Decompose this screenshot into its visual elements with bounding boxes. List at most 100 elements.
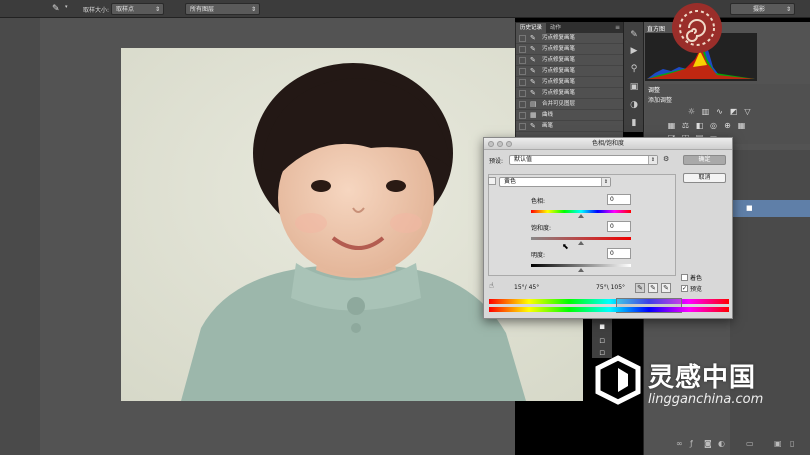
history-item[interactable]: ✎ 画笔 [516,121,623,132]
snapshot-source-checkbox[interactable] [519,79,526,86]
eyedropper-minus-icon[interactable]: ✎ [661,283,671,293]
lightness-slider-thumb[interactable] [578,268,584,272]
screen-mode-icon[interactable]: ▫ [596,336,608,346]
history-item[interactable]: ✎ 污点修复画笔 [516,55,623,66]
color-lookup-icon[interactable]: ▦ [737,122,746,130]
cursor-icon: ⬉ [562,242,569,251]
properties-icon[interactable]: ▣ [628,82,640,92]
fx-icon[interactable]: ƒ [690,440,698,448]
channel-mixer-icon[interactable]: ⊕ [723,122,732,130]
vibrance-icon[interactable]: ▽ [743,108,752,116]
history-item[interactable]: ✎ 污点修复画笔 [516,33,623,44]
dialog-titlebar[interactable]: 色相/饱和度 [484,138,732,150]
snapshot-source-checkbox[interactable] [519,57,526,64]
quick-mask-icon[interactable]: ▪ [596,322,608,332]
eyedropper-icon[interactable]: ✎ [52,3,64,15]
sample-size-select[interactable]: 取样点 ⇕ [111,3,164,15]
brightness-icon[interactable]: ☼ [687,108,696,116]
chevron-down-icon[interactable]: ▾ [65,4,68,10]
adjustments-panel: 调整 添加调整 ☼ ▥ ∿ ◩ ▽ ▦ ⚖ ◧ ◎ ⊕ ▦ ◪ ◫ ▤ ▭ [645,84,810,144]
hue-slider-track[interactable] [531,210,631,213]
merge-layers-icon: ▤ [530,100,537,108]
eyedropper-plus-icon[interactable]: ✎ [648,283,658,293]
hue-slider-thumb[interactable] [578,214,584,218]
preview-label: 预览 [690,286,703,293]
hue-field[interactable]: 0 [607,194,631,205]
trash-icon[interactable]: ▯ [790,440,798,448]
tab-actions[interactable]: 动作 [546,23,565,33]
brush-icon: ✎ [530,56,536,64]
bw-icon[interactable]: ◧ [695,122,704,130]
lock-icon: ■ [746,204,753,212]
levels-icon[interactable]: ▥ [701,108,710,116]
brand-logo [672,3,722,53]
chevron-updown-icon: ⇕ [648,156,657,164]
scroll-icon[interactable]: ▮ [628,118,640,128]
history-item[interactable]: ✎ 污点修复画笔 [516,66,623,77]
hand-tool-icon[interactable]: ☝ [489,281,494,290]
preview-checkbox[interactable]: ✓ [681,285,688,292]
ok-button[interactable]: 确定 [683,155,726,165]
close-icon[interactable] [488,141,494,147]
color-balance-icon[interactable]: ⚖ [681,122,690,130]
brand-mark-icon [595,355,641,405]
snapshot-source-checkbox[interactable] [519,90,526,97]
brush-icon: ✎ [530,89,536,97]
selected-layer-row[interactable]: ■ [730,200,810,217]
history-item[interactable]: ▤ 合并可见图层 [516,99,623,110]
zoom-window-icon[interactable] [506,141,512,147]
new-layer-icon[interactable]: ▣ [774,440,782,448]
tab-history[interactable]: 历史记录 [516,23,547,33]
snapshot-source-checkbox[interactable] [519,112,526,119]
lightness-field[interactable]: 0 [607,248,631,259]
lightness-slider-track[interactable] [531,264,631,267]
watermark-brand: 灵感中国 [648,363,757,393]
swirl-logo-icon [679,10,715,46]
history-item[interactable]: ✎ 污点修复画笔 [516,77,623,88]
minimize-icon[interactable] [497,141,503,147]
clone-source-icon[interactable]: ⚲ [628,64,640,74]
tab-adjustments[interactable]: 调整 [648,85,660,94]
brush-settings-icon[interactable]: ✎ [628,30,640,40]
snapshot-source-checkbox[interactable] [519,101,526,108]
snapshot-source-checkbox[interactable] [519,123,526,130]
workspace-select[interactable]: 摄影 ⇕ [730,3,795,15]
history-item[interactable]: ▦ 曲线 [516,110,623,121]
saturation-field[interactable]: 0 [607,221,631,232]
adjustments-subtitle: 添加调整 [648,97,673,104]
photo-filter-icon[interactable]: ◎ [709,122,718,130]
tab-histogram[interactable]: 直方图 [647,24,665,33]
preset-options-icon[interactable]: ⚙ [663,155,669,163]
mask-icon[interactable]: ◙ [704,440,712,448]
hue-sat-icon[interactable]: ▦ [667,122,676,130]
snapshot-source-checkbox[interactable] [519,35,526,42]
snapshot-source-checkbox[interactable] [519,46,526,53]
adjust-icon[interactable]: ◑ [628,100,640,110]
adjustment-layer-icon[interactable]: ◐ [718,440,726,448]
source-color-bar [489,299,729,304]
panel-menu-icon[interactable]: ≡ [615,24,620,31]
eyedropper-icon[interactable]: ✎ [635,283,645,293]
exposure-icon[interactable]: ◩ [729,108,738,116]
saturation-slider-track[interactable] [531,237,631,240]
play-icon[interactable]: ▶ [628,46,640,56]
target-adjust-icon[interactable] [488,177,496,185]
sample-layers-select[interactable]: 所有图层 ⇕ [185,3,260,15]
result-color-bar [489,307,729,312]
folder-icon[interactable]: ▭ [746,440,754,448]
saturation-slider-thumb[interactable] [578,241,584,245]
history-item[interactable]: ✎ 污点修复画笔 [516,44,623,55]
dialog-title: 色相/饱和度 [591,140,625,147]
history-item[interactable]: ✎ 污点修复画笔 [516,88,623,99]
curves-icon[interactable]: ∿ [715,108,724,116]
chevron-down-icon: ⇕ [785,6,791,13]
channel-select[interactable]: 黄色 ⇕ [499,177,611,187]
colorize-checkbox[interactable] [681,274,688,281]
cancel-button[interactable]: 取消 [683,173,726,183]
history-panel-tabs: 历史记录 动作 ≡ [516,22,623,33]
preset-select[interactable]: 默认值 ⇕ [509,155,658,165]
snapshot-source-checkbox[interactable] [519,68,526,75]
saturation-label: 饱和度: [531,225,552,232]
history-panel: 历史记录 动作 ≡ ✎ 污点修复画笔 ✎ 污点修复画笔 ✎ 污点修复画笔 ✎ 污点修复画… [515,22,623,150]
link-layers-icon[interactable]: ∞ [676,440,684,448]
